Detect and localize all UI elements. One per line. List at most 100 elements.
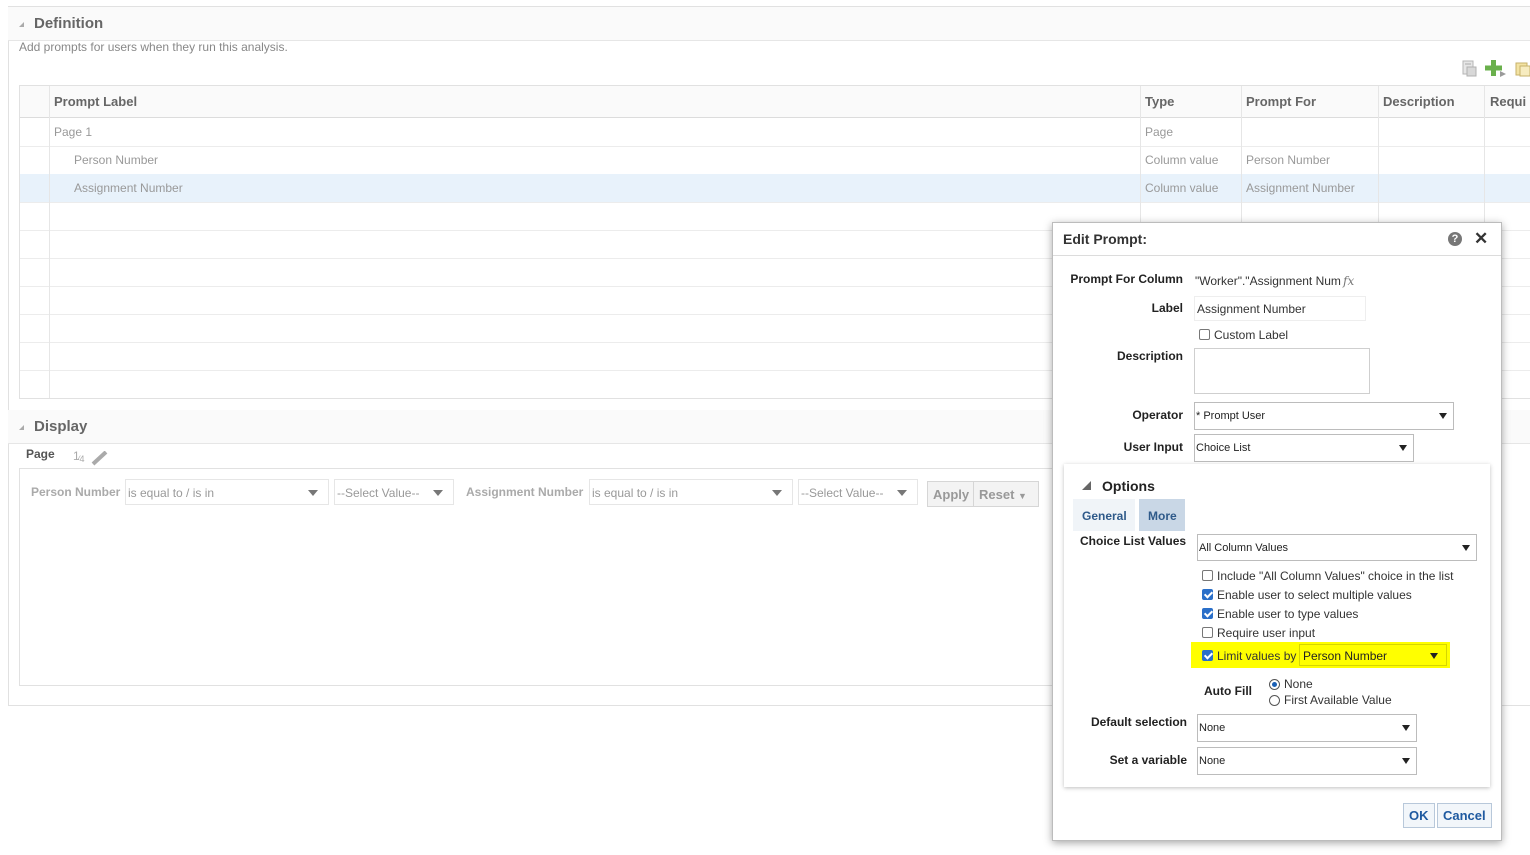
display-title: Display <box>34 418 88 435</box>
value-select[interactable]: --Select Value-- <box>334 479 454 505</box>
chevron-down-icon: ▼ <box>1018 491 1027 501</box>
column-header-prompt-for[interactable]: Prompt For <box>1246 94 1316 109</box>
copy-icon[interactable] <box>1515 60 1530 77</box>
type-values-text: Enable user to type values <box>1217 607 1359 621</box>
tab-general[interactable]: General <box>1073 499 1135 531</box>
default-selection-value: None <box>1199 722 1226 734</box>
chevron-down-icon <box>1439 413 1447 419</box>
description-textarea[interactable] <box>1194 348 1370 394</box>
chevron-down-icon <box>1462 545 1470 551</box>
row-prompt-for: Person Number <box>1246 153 1331 167</box>
chevron-down-icon <box>1402 725 1410 731</box>
multiple-values-text: Enable user to select multiple values <box>1217 588 1412 602</box>
set-variable-label: Set a variable <box>1109 753 1187 767</box>
row-label: Page 1 <box>54 125 93 139</box>
cancel-button[interactable]: Cancel <box>1437 803 1492 828</box>
operator-value: is equal to / is in <box>592 486 679 500</box>
operator-select[interactable]: is equal to / is in <box>125 479 329 505</box>
multiple-values-checkbox[interactable] <box>1202 589 1213 600</box>
column-divider <box>49 86 50 398</box>
table-row[interactable]: Person Number Column value Person Number <box>20 146 1530 175</box>
require-input-checkbox[interactable] <box>1202 627 1213 638</box>
reset-button[interactable]: Reset ▼ <box>973 481 1039 507</box>
row-type: Page <box>1145 125 1174 139</box>
chevron-down-icon <box>1430 653 1438 659</box>
choice-list-values-select[interactable]: All Column Values <box>1197 534 1477 561</box>
row-type: Column value <box>1145 181 1219 195</box>
row-prompt-for: Assignment Number <box>1246 181 1355 195</box>
choice-list-values-label: Choice List Values <box>1080 534 1187 548</box>
auto-fill-first-value-text: First Available Value <box>1284 693 1392 707</box>
ok-button[interactable]: OK <box>1403 803 1435 828</box>
limit-values-checkbox[interactable] <box>1202 650 1213 661</box>
label-input[interactable]: Assignment Number <box>1194 296 1366 321</box>
chevron-down-icon <box>897 490 907 496</box>
column-header-type[interactable]: Type <box>1145 94 1174 109</box>
prompt-for-column-value: "Worker"."Assignment Num <box>1195 274 1341 288</box>
chevron-down-icon <box>308 490 318 496</box>
dialog-title: Edit Prompt: <box>1063 231 1147 247</box>
set-variable-value: None <box>1199 755 1226 767</box>
operator-label: Operator <box>1132 408 1183 422</box>
column-header-required[interactable]: Requi <box>1490 94 1526 109</box>
value-select[interactable]: --Select Value-- <box>798 479 918 505</box>
collapse-triangle-icon[interactable] <box>19 22 24 27</box>
row-label: Assignment Number <box>74 181 183 195</box>
operator-value: * Prompt User <box>1196 410 1266 422</box>
prompt-label: Assignment Number <box>466 485 584 499</box>
row-label: Person Number <box>74 153 159 167</box>
operator-select[interactable]: * Prompt User <box>1194 402 1454 430</box>
prompt-label: Person Number <box>31 485 121 499</box>
default-selection-select[interactable]: None <box>1197 714 1417 742</box>
definition-title: Definition <box>34 15 104 32</box>
operator-select[interactable]: is equal to / is in <box>589 479 793 505</box>
tab-more[interactable]: More <box>1139 499 1185 531</box>
table-row-selected[interactable]: Assignment Number Column value Assignmen… <box>20 174 1530 203</box>
limit-values-text: Limit values by <box>1217 649 1297 663</box>
collapse-triangle-icon[interactable] <box>19 425 24 430</box>
row-type: Column value <box>1145 153 1219 167</box>
include-all-values-text: Include "All Column Values" choice in th… <box>1217 569 1454 583</box>
dialog-title-bar[interactable]: Edit Prompt: ? ✕ <box>1053 223 1501 256</box>
limit-values-select[interactable]: Person Number <box>1299 644 1447 666</box>
table-header: Prompt Label Type Prompt For Description… <box>20 86 1530 118</box>
chevron-down-icon <box>772 490 782 496</box>
include-all-values-checkbox[interactable] <box>1202 570 1213 581</box>
auto-fill-none-text: None <box>1284 677 1313 691</box>
custom-label-checkbox[interactable] <box>1199 329 1210 340</box>
auto-fill-first-value-radio[interactable] <box>1269 695 1280 706</box>
collapse-triangle-icon[interactable] <box>1082 481 1091 490</box>
svg-text:⁄4: ⁄4 <box>78 454 85 464</box>
help-icon[interactable]: ? <box>1448 232 1462 246</box>
page-edit-icon[interactable]: ⁄4 <box>78 451 112 466</box>
user-input-label: User Input <box>1123 440 1183 454</box>
close-icon[interactable]: ✕ <box>1474 229 1488 249</box>
require-input-text: Require user input <box>1217 626 1316 640</box>
chevron-down-icon <box>1402 758 1410 764</box>
choice-list-values-value: All Column Values <box>1199 542 1289 554</box>
operator-value: is equal to / is in <box>128 486 215 500</box>
auto-fill-label: Auto Fill <box>1204 684 1252 698</box>
formula-icon[interactable]: fx <box>1343 274 1354 288</box>
options-title: Options <box>1102 478 1155 494</box>
label-field-label: Label <box>1151 301 1183 315</box>
default-selection-label: Default selection <box>1090 715 1187 729</box>
properties-icon[interactable] <box>1461 60 1477 77</box>
apply-button[interactable]: Apply <box>927 481 976 507</box>
column-header-prompt-label[interactable]: Prompt Label <box>54 94 137 109</box>
value-placeholder: --Select Value-- <box>801 486 884 500</box>
definition-section-header[interactable]: Definition <box>8 7 1530 41</box>
user-input-select[interactable]: Choice List <box>1194 434 1414 462</box>
custom-label-text: Custom Label <box>1214 328 1289 342</box>
prompt-for-column-label: Prompt For Column <box>1070 272 1183 286</box>
set-variable-select[interactable]: None <box>1197 747 1417 775</box>
limit-values-value: Person Number <box>1303 649 1388 663</box>
chevron-down-icon <box>433 490 443 496</box>
add-icon[interactable] <box>1485 59 1507 78</box>
type-values-checkbox[interactable] <box>1202 608 1213 619</box>
edit-prompt-dialog: Edit Prompt: ? ✕ Prompt For Column "Work… <box>1052 222 1502 841</box>
auto-fill-none-radio[interactable] <box>1269 679 1280 690</box>
table-row[interactable]: Page 1 Page <box>20 118 1530 147</box>
display-preview: Person Number is equal to / is in --Sele… <box>19 468 1060 686</box>
column-header-description[interactable]: Description <box>1383 94 1455 109</box>
